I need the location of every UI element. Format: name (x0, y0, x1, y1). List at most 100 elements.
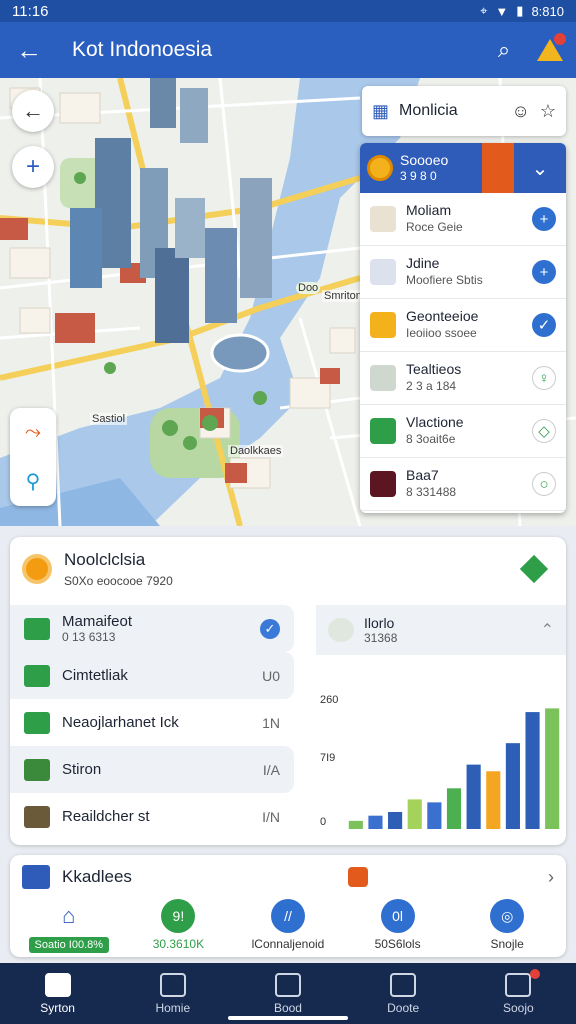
quick-action[interactable]: // lConnaljenoid (238, 899, 338, 951)
home-shape-icon: ⌂ (62, 903, 76, 928)
category-label: Reaildcher st (62, 808, 150, 825)
bar-chart: 260 7I9 0 (316, 661, 566, 837)
chart-bar (368, 815, 383, 829)
layer-selector-label: Monlicia (399, 102, 458, 119)
layer-item[interactable]: Geonteeioe Ieoiioo ssoee ✓ (360, 299, 566, 352)
chart-bar (388, 811, 403, 829)
route-icon[interactable]: ⤳ (25, 421, 41, 444)
layer-action-icon[interactable]: ◇ (532, 419, 556, 443)
category-item[interactable]: Reaildcher st I/N (10, 793, 294, 840)
layer-action-icon[interactable]: ✓ (532, 313, 556, 337)
nav-item[interactable]: Bood (238, 972, 338, 1015)
grid-icon (22, 865, 50, 889)
quick-action[interactable]: 9! 30.3610K (128, 899, 228, 951)
chevron-down-icon[interactable]: ⌄ (514, 156, 566, 181)
nav-icon (44, 972, 71, 997)
map-pin[interactable]: Doo (296, 282, 321, 294)
quick-action-icon: // (270, 899, 305, 933)
park-icon (328, 618, 354, 642)
check-icon[interactable]: ✓ (260, 618, 280, 639)
layer-item[interactable]: Baa7 8 331488 ○ (360, 458, 566, 511)
quick-action[interactable]: ◎ Snojle (457, 899, 557, 951)
category-value: 1N (262, 714, 280, 731)
layer-item[interactable]: Moliam Roce Geie + (360, 193, 566, 246)
chart-bar (348, 820, 363, 829)
chart-bar (545, 708, 560, 829)
layer-item[interactable]: Vlactione 8 3oait6e ◇ (360, 405, 566, 458)
alert-button[interactable] (524, 32, 576, 64)
page-title: Kot Indonoesia (72, 38, 213, 61)
chart-bar (505, 743, 520, 829)
directions-icon[interactable] (519, 554, 549, 584)
y-tick-label: 260 (320, 694, 338, 706)
layer-action-icon[interactable]: + (532, 260, 556, 284)
layer-selector[interactable]: ▦ Monlicia ☺ ☆ (362, 86, 566, 136)
category-list: Mamaifeot 0 13 6313 ✓ Cimtetliak U0 Neaojlarh… (10, 605, 294, 840)
quick-action-label: Snojle (490, 937, 524, 951)
location-pin-icon[interactable]: ⚲ (26, 469, 41, 494)
layer-action-icon[interactable]: + (532, 207, 556, 231)
stats-subtitle: S0Xo eoocooe 7920 (64, 574, 173, 588)
status-bar: 11:16 ⌖ ▼ ▮ 8:810 (0, 0, 576, 22)
layer-title: Moliam (406, 202, 452, 218)
layer-item[interactable]: Jdine Moofiere Sbtis + (360, 246, 566, 299)
status-time: 11:16 (12, 2, 49, 20)
layer-item[interactable]: Tealtieos 2 3 a 184 ♀ (360, 352, 566, 405)
map-back-button[interactable]: ← (12, 90, 54, 132)
stats-title: Noolclclsia (64, 550, 146, 569)
chart-bar (407, 799, 422, 829)
category-item[interactable]: Stiron I/A (10, 746, 294, 793)
zoom-in-button[interactable]: + (12, 146, 54, 188)
star-icon[interactable]: ☆ (540, 101, 556, 122)
notification-dot (554, 32, 566, 45)
nav-label: Bood (273, 1000, 302, 1015)
category-icon (24, 617, 50, 640)
chart-subtitle: 31368 (364, 631, 398, 645)
layer-title: Baa7 (406, 467, 439, 483)
chevron-right-icon[interactable]: › (548, 867, 554, 888)
layer-action-icon[interactable]: ○ (532, 472, 556, 496)
nav-item[interactable]: Doote (353, 972, 453, 1015)
search-icon[interactable]: ⌕ (484, 37, 524, 63)
chart-bar (427, 802, 442, 829)
nav-label: Homie (155, 1000, 191, 1015)
layer-subtitle: 3 9 8 0 (400, 169, 437, 183)
nav-item[interactable]: Homie (123, 972, 223, 1015)
chart-header[interactable]: Ilorlo 31368 ⌃ (316, 605, 566, 655)
layer-item-selected[interactable]: Soooeo 3 9 8 0 ⌄ (360, 143, 566, 193)
chart-bar (466, 764, 481, 829)
quick-action[interactable]: 0l 50S6lols (348, 899, 448, 951)
layer-subtitle: Moofiere Sbtis (406, 273, 483, 287)
wifi-icon: ▼ (495, 3, 509, 19)
category-value: U0 (262, 667, 280, 684)
home-indicator (228, 1016, 348, 1020)
quick-actions-header[interactable]: Kkadlees › (10, 855, 566, 899)
category-item[interactable]: Neaojlarhanet Ick 1N (10, 699, 294, 746)
category-icon (24, 805, 50, 828)
chevron-up-icon[interactable]: ⌃ (541, 620, 554, 640)
category-item[interactable]: Mamaifeot 0 13 6313 ✓ (10, 605, 294, 652)
back-arrow-icon[interactable]: ← (0, 35, 58, 66)
layer-panel: Soooeo 3 9 8 0 ⌄ Moliam Roce Geie + Jdine Mo… (360, 143, 566, 513)
nav-item[interactable]: Syrton (8, 972, 108, 1015)
brand-logo-icon (22, 554, 52, 584)
quick-action-label: 30.3610K (152, 937, 205, 951)
y-tick-label: 0 (320, 816, 326, 828)
notification-dot (530, 968, 541, 979)
category-item[interactable]: Cimtetliak U0 (10, 652, 294, 699)
layer-action-icon[interactable]: ♀ (532, 366, 556, 390)
quick-actions-card: Kkadlees › ⌂ Soatio I00.8% 9! 30.3610K // lCo… (10, 855, 566, 957)
layer-subtitle: Ieoiioo ssoee (406, 326, 477, 340)
quick-action[interactable]: ⌂ Soatio I00.8% (19, 899, 119, 953)
person-icon[interactable]: ☺ (511, 101, 529, 122)
chart-bar (446, 788, 462, 829)
map-label: Daolkkaes (228, 445, 284, 457)
layer-title: Jdine (406, 255, 440, 271)
layer-title: Geonteeioe (406, 308, 479, 324)
stats-header: Noolclclsia S0Xo eoocooe 7920 (10, 537, 566, 601)
battery-icon: ▮ (516, 3, 524, 18)
coin-icon (360, 143, 400, 193)
nav-label: Soojo (502, 1000, 534, 1015)
category-icon (24, 711, 50, 734)
nav-item[interactable]: Soojo (468, 968, 568, 1015)
